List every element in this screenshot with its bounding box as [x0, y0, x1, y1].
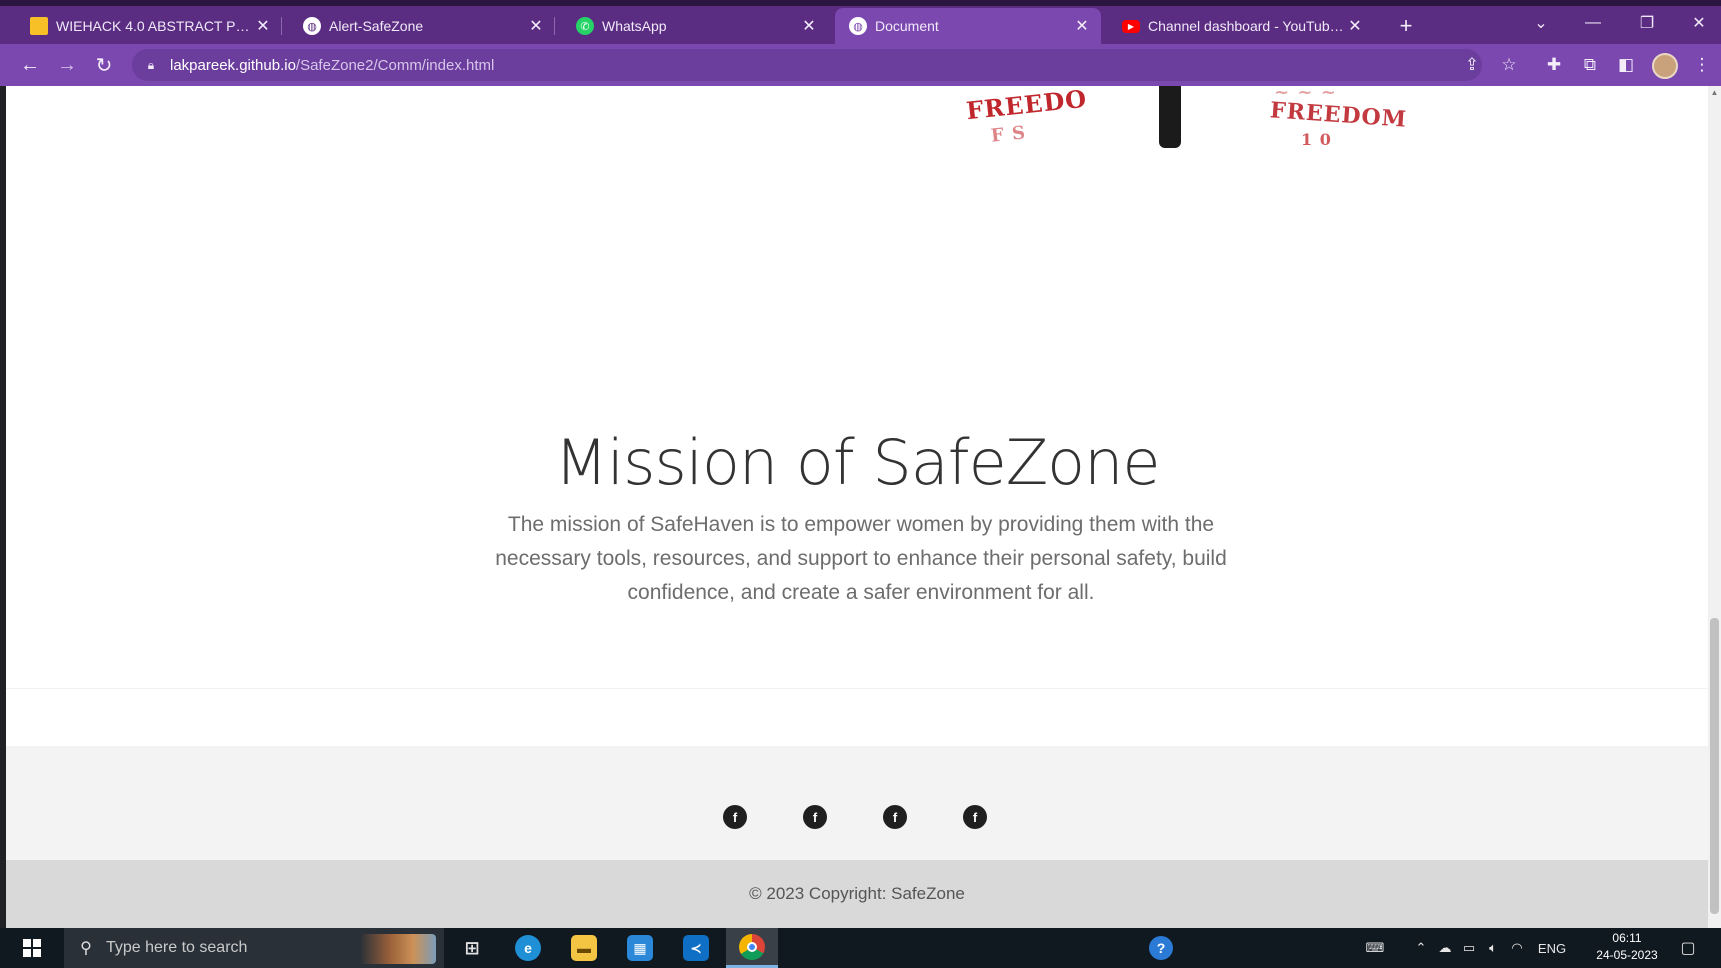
battery-icon[interactable]: ▭ — [1458, 928, 1480, 968]
youtube-icon: ▶ — [1122, 19, 1140, 33]
start-button[interactable] — [0, 928, 64, 968]
facebook-icon[interactable]: f — [723, 805, 747, 829]
search-highlight-art — [360, 934, 436, 964]
footer: f f f f — [6, 746, 1708, 860]
facebook-icon[interactable]: f — [963, 805, 987, 829]
mission-text: The mission of SafeHaven is to empower w… — [495, 513, 1227, 604]
tab-document[interactable]: ◍ Document ✕ — [835, 8, 1101, 44]
profile-avatar[interactable] — [1652, 53, 1678, 79]
hero-word-right: FREEDOM — [1269, 97, 1408, 133]
forward-arrow-icon[interactable]: → — [55, 53, 79, 77]
volume-icon[interactable]: 🔈︎ — [1482, 928, 1504, 968]
taskbar-search-box[interactable]: ⚲ Type here to search — [64, 928, 444, 968]
wifi-icon[interactable]: ◠ — [1506, 928, 1528, 968]
close-icon[interactable]: ✕ — [1346, 17, 1364, 35]
tab-title: Document — [875, 18, 939, 34]
close-icon[interactable]: ✕ — [254, 17, 272, 35]
edge-browser-icon[interactable]: e — [502, 928, 554, 968]
new-tab-button[interactable]: + — [1394, 13, 1418, 38]
tab-title: WIEHACK 4.0 ABSTRACT PPT - G — [56, 18, 254, 34]
facebook-icon[interactable]: f — [883, 805, 907, 829]
notification-center-icon[interactable]: ▢ — [1676, 936, 1700, 960]
bookmark-star-icon[interactable]: ☆ — [1497, 53, 1521, 77]
browser-toolbar: ← → ↻ 🔒︎ lakpareek.github.io/SafeZone2/C… — [0, 44, 1721, 86]
facebook-icon[interactable]: f — [803, 805, 827, 829]
hero-figure-silhouette — [1159, 86, 1181, 148]
clock-time: 06:11 — [1612, 931, 1642, 945]
microsoft-store-icon[interactable]: ▦ — [614, 928, 666, 968]
hero-word-left: FREEDO — [964, 86, 1089, 126]
tab-whatsapp[interactable]: ✆ WhatsApp ✕ — [562, 8, 828, 44]
clock-date: 24-05-2023 — [1596, 948, 1658, 962]
browser-tab-strip: WIEHACK 4.0 ABSTRACT PPT - G ✕ ◍ Alert-S… — [0, 0, 1721, 44]
chevron-up-icon[interactable]: ⌃ — [1410, 928, 1432, 968]
scrollbar-thumb[interactable] — [1710, 618, 1719, 914]
cloud-icon[interactable]: ☁ — [1434, 928, 1456, 968]
copyright-text: © 2023 Copyright: SafeZone — [749, 884, 965, 903]
search-icon: ⚲ — [80, 940, 92, 957]
tab-capture-icon[interactable]: ⧉ — [1578, 53, 1602, 77]
minimize-button[interactable]: — — [1576, 10, 1610, 36]
page-scrollbar[interactable]: ▲ — [1708, 86, 1721, 928]
back-arrow-icon[interactable]: ← — [18, 53, 42, 77]
close-icon[interactable]: ✕ — [800, 17, 818, 35]
keyboard-icon[interactable]: ⌨ — [1360, 928, 1390, 968]
tab-youtube-dashboard[interactable]: ▶ Channel dashboard - YouTube S ✕ — [1108, 8, 1374, 44]
page-viewport: F S FREEDO ~ ~ ~ FREEDOM 1 0 Mission of … — [6, 86, 1708, 928]
globe-icon: ◍ — [303, 17, 321, 35]
side-panel-icon[interactable]: ◧ — [1614, 53, 1638, 77]
tab-wiehack-abstract[interactable]: WIEHACK 4.0 ABSTRACT PPT - G ✕ — [16, 8, 282, 44]
whatsapp-icon: ✆ — [576, 17, 594, 35]
tab-alert-safezone[interactable]: ◍ Alert-SafeZone ✕ — [289, 8, 555, 44]
windows-taskbar: ⚲ Type here to search ⊞ e ▬ ▦ ≺ ? ⌨ ⌃ ☁ … — [0, 928, 1721, 968]
reload-icon[interactable]: ↻ — [92, 53, 116, 77]
share-icon[interactable]: ⇪ — [1460, 53, 1484, 77]
tab-search-chevron-icon[interactable]: ⌄ — [1524, 10, 1558, 36]
taskbar-clock[interactable]: 06:11 24-05-2023 — [1586, 930, 1668, 966]
file-explorer-icon[interactable]: ▬ — [558, 928, 610, 968]
url-path: /SafeZone2/Comm/index.html — [295, 56, 495, 74]
language-indicator[interactable]: ENG — [1530, 928, 1574, 968]
extensions-puzzle-icon[interactable]: ✚ — [1542, 53, 1566, 77]
search-placeholder: Type here to search — [106, 939, 248, 956]
menu-kebab-icon[interactable]: ⋮ — [1690, 53, 1714, 77]
windows-logo-icon — [23, 939, 41, 957]
close-icon[interactable]: ✕ — [1073, 17, 1091, 35]
hero-image-fragment: 1 0 — [1301, 130, 1332, 149]
vscode-icon[interactable]: ≺ — [670, 928, 722, 968]
tab-title: Channel dashboard - YouTube S — [1148, 18, 1346, 34]
slides-icon — [30, 17, 48, 35]
mission-title: Mission of SafeZone — [554, 426, 1160, 499]
window-top-edge — [0, 0, 1721, 6]
url-host: lakpareek.github.io — [170, 56, 296, 74]
close-window-button[interactable]: ✕ — [1682, 10, 1716, 36]
hero-image-fragment: F S — [989, 122, 1028, 147]
scroll-up-arrow-icon[interactable]: ▲ — [1710, 88, 1719, 97]
restore-button[interactable]: ❐ — [1630, 10, 1664, 36]
globe-icon: ◍ — [849, 17, 867, 35]
screen: WIEHACK 4.0 ABSTRACT PPT - G ✕ ◍ Alert-S… — [0, 0, 1721, 968]
tab-title: Alert-SafeZone — [329, 18, 424, 34]
help-icon[interactable]: ? — [1146, 928, 1176, 968]
lock-icon[interactable]: 🔒︎ — [144, 58, 158, 72]
copyright-bar: © 2023 Copyright: SafeZone — [6, 860, 1708, 928]
chrome-icon[interactable] — [726, 928, 778, 968]
task-view-icon[interactable]: ⊞ — [446, 928, 498, 968]
tab-title: WhatsApp — [602, 18, 667, 34]
section-divider — [6, 688, 1708, 689]
close-icon[interactable]: ✕ — [527, 17, 545, 35]
address-bar[interactable]: 🔒︎ lakpareek.github.io/SafeZone2/Comm/in… — [132, 49, 1482, 81]
